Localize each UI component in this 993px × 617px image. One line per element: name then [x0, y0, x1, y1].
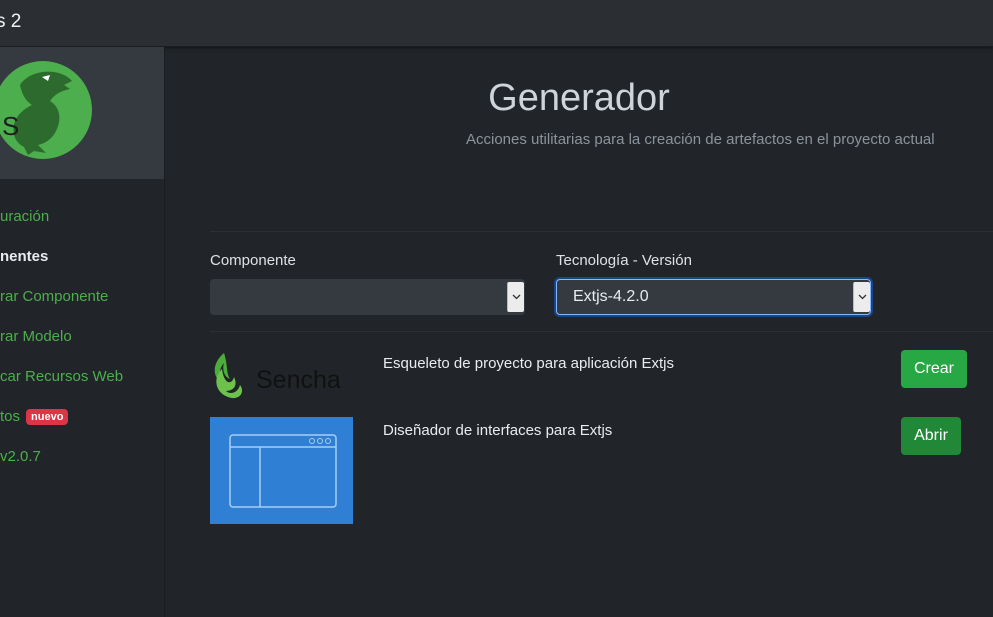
divider — [210, 331, 993, 332]
sidebar: S uración nentes rar Componente rar Mode… — [0, 47, 165, 617]
sidebar-item-label: rar Modelo — [0, 328, 72, 345]
tecnologia-label: Tecnología - Versión — [556, 252, 692, 269]
chevron-down-icon[interactable] — [853, 282, 870, 312]
sencha-leaf-icon: Sencha — [214, 353, 341, 399]
sidebar-item-label: uración — [0, 208, 50, 225]
logo-letter: S — [2, 111, 19, 141]
row-description: Diseñador de interfaces para Extjs — [383, 422, 613, 439]
sidebar-item-configuracion[interactable]: uración — [0, 197, 164, 237]
page-subtitle: Acciones utilitarias para la creación de… — [466, 131, 935, 148]
sidebar-nav: uración nentes rar Componente rar Modelo… — [0, 197, 164, 477]
sidebar-item-version[interactable]: v2.0.7 — [0, 437, 164, 477]
sencha-logo: Sencha — [210, 347, 353, 407]
sidebar-item-label: car Recursos Web — [0, 368, 124, 385]
abrir-button[interactable]: Abrir — [901, 417, 961, 455]
sidebar-item-label: v2.0.7 — [0, 448, 41, 465]
sidebar-item-generar-modelo[interactable]: rar Modelo — [0, 317, 164, 357]
designer-thumbnail — [210, 417, 353, 524]
sidebar-item-componentes[interactable]: nentes — [0, 237, 164, 277]
componente-label: Componente — [210, 252, 296, 269]
app-title[interactable]: s 2 — [0, 11, 21, 33]
sencha-logo-text: Sencha — [256, 366, 341, 394]
raptor-logo-icon: S — [0, 61, 92, 159]
sidebar-item-nuevo[interactable]: tos nuevo — [0, 397, 164, 437]
sidebar-item-generar-componente[interactable]: rar Componente — [0, 277, 164, 317]
page-title: Generador — [488, 77, 670, 119]
sidebar-logo[interactable]: S — [0, 47, 164, 179]
row-description: Esqueleto de proyecto para aplicación Ex… — [383, 355, 675, 372]
sidebar-item-recursos-web[interactable]: car Recursos Web — [0, 357, 164, 397]
new-badge: nuevo — [26, 409, 69, 425]
chevron-down-icon[interactable] — [507, 282, 524, 312]
top-navbar: s 2 — [0, 0, 993, 47]
divider — [210, 231, 993, 232]
sidebar-item-label: tos — [0, 408, 21, 425]
crear-button[interactable]: Crear — [901, 350, 967, 388]
tecnologia-select[interactable]: Extjs-4.2.0 — [556, 279, 871, 315]
window-layout-icon — [210, 417, 353, 524]
main-content: Generador Acciones utilitarias para la c… — [165, 47, 993, 617]
tecnologia-value: Extjs-4.2.0 — [573, 288, 649, 305]
sidebar-item-label: nentes — [0, 248, 49, 265]
componente-select[interactable] — [210, 279, 525, 315]
sidebar-item-label: rar Componente — [0, 288, 109, 305]
